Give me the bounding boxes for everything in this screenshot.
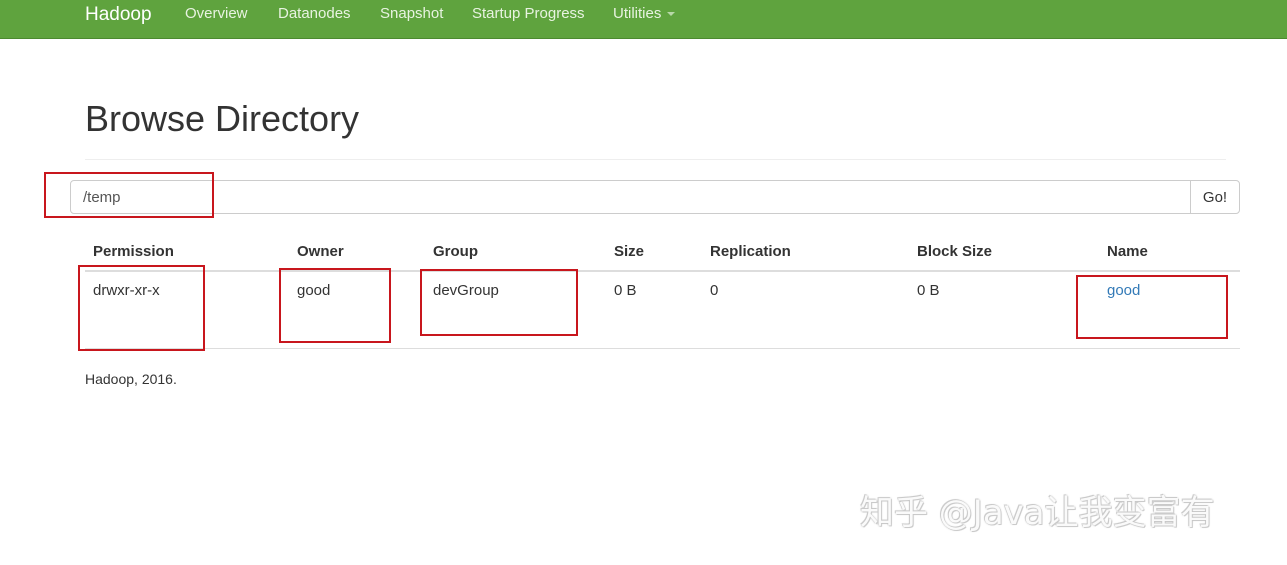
nav-utilities-dropdown[interactable]: Utilities <box>613 5 676 23</box>
go-button[interactable]: Go! <box>1190 180 1240 214</box>
nav-snapshot[interactable]: Snapshot <box>380 5 443 23</box>
cell-replication: 0 <box>710 282 719 299</box>
annotation-box-owner <box>279 268 391 343</box>
column-header-size[interactable]: Size <box>614 243 644 261</box>
column-header-owner[interactable]: Owner <box>297 243 344 261</box>
annotation-box-path <box>44 172 214 218</box>
directory-path-input[interactable] <box>70 180 1191 214</box>
column-header-block-size[interactable]: Block Size <box>917 243 992 261</box>
column-header-replication[interactable]: Replication <box>710 243 791 261</box>
watermark-text: 知乎 @Java让我变富有 <box>860 493 1215 533</box>
column-header-permission[interactable]: Permission <box>93 243 174 261</box>
title-divider <box>85 159 1226 160</box>
table-header-divider <box>85 270 1240 272</box>
footer-text: Hadoop, 2016. <box>85 371 177 387</box>
nav-overview[interactable]: Overview <box>185 5 248 23</box>
cell-block-size: 0 B <box>917 282 940 299</box>
table-row-divider <box>85 348 1240 349</box>
column-header-group[interactable]: Group <box>433 243 478 261</box>
column-header-name[interactable]: Name <box>1107 243 1148 261</box>
annotation-box-group <box>420 269 578 336</box>
page-title: Browse Directory <box>85 98 360 139</box>
caret-down-icon <box>667 12 676 17</box>
nav-utilities-label: Utilities <box>613 5 662 22</box>
brand-link[interactable]: Hadoop <box>85 4 152 26</box>
annotation-box-name <box>1076 275 1228 339</box>
nav-startup-progress[interactable]: Startup Progress <box>472 5 585 23</box>
annotation-box-permission <box>78 265 205 351</box>
cell-size: 0 B <box>614 282 637 299</box>
nav-datanodes[interactable]: Datanodes <box>278 5 351 23</box>
top-navbar: Hadoop Overview Datanodes Snapshot Start… <box>0 0 1287 39</box>
